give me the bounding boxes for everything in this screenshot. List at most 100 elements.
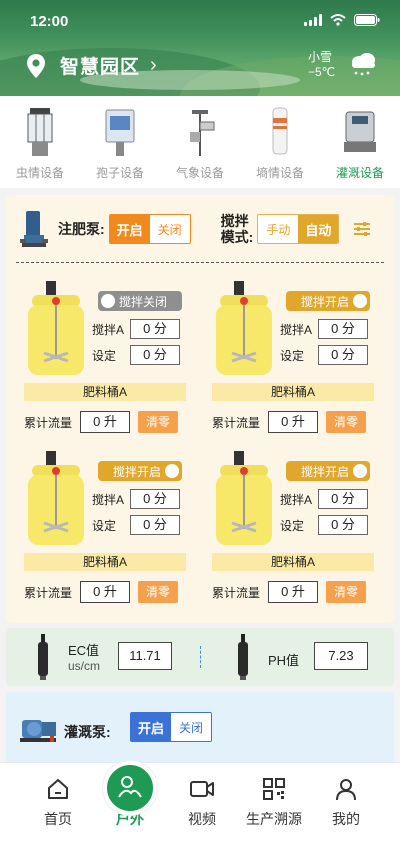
ec-label: EC值 [68, 643, 100, 658]
stir-toggle-label: 搅拌开启 [112, 464, 161, 479]
section-divider [16, 262, 384, 263]
nav-label: 我的 [332, 811, 360, 827]
snow-cloud-icon [352, 53, 375, 76]
flow-row: 累计流量 0 升 清零 [24, 581, 179, 603]
flow-value: 0 升 [80, 411, 131, 433]
set-value-input[interactable]: 0 分 [130, 515, 180, 535]
fertilizer-tank-4: 搅拌开启 搅拌A 0 分 设定 0 分 肥料桶A 累计流量 0 升 清零 [212, 451, 388, 611]
tank-name: 肥料桶A [212, 553, 374, 571]
nav-profile[interactable]: 我的 [306, 777, 386, 829]
fert-pump-row: 注肥泵: 开启 关闭 搅拌 模式: 手动 自动 [20, 209, 382, 249]
ec-probe-icon [38, 634, 48, 680]
tab-label: 孢子设备 [95, 166, 144, 180]
tab-weather-device[interactable]: 气象设备 [160, 96, 240, 188]
mixing-tank-icon [28, 281, 84, 375]
flow-label: 累计流量 [24, 585, 73, 600]
mixing-tank-icon [28, 451, 84, 545]
outdoor-icon [118, 776, 142, 798]
fert-pump-switch: 开启 关闭 [108, 214, 191, 244]
fert-pump-on-button[interactable]: 开启 [109, 215, 150, 243]
tab-label: 虫情设备 [15, 166, 64, 180]
irrigation-pump-label: 灌溉泵: [64, 724, 111, 740]
soil-sensor-icon [272, 107, 288, 155]
stir-toggle[interactable]: 搅拌开启 [286, 461, 370, 481]
status-bar: 12:00 [0, 0, 400, 44]
flow-value: 0 升 [268, 411, 319, 433]
tab-insect-device[interactable]: 虫情设备 [0, 96, 80, 188]
weather-station-icon [190, 110, 215, 156]
location-name: 智慧园区 [60, 57, 141, 78]
set-value-input[interactable]: 0 分 [318, 345, 368, 365]
stir-time-row: 搅拌A 0 分 [92, 489, 180, 509]
fertilizer-panel: 注肥泵: 开启 关闭 搅拌 模式: 手动 自动 搅拌关闭 搅拌A 0 分 设定 … [6, 195, 394, 623]
weather-desc: 小雪 [308, 50, 333, 64]
location-pin-icon [27, 53, 45, 78]
flow-value: 0 升 [80, 581, 131, 603]
set-value-input[interactable]: 0 分 [318, 515, 368, 535]
clear-button[interactable]: 清零 [138, 411, 179, 433]
location-selector[interactable]: 智慧园区 › [26, 52, 157, 79]
tab-irrigation-device[interactable]: 灌溉设备 [320, 96, 400, 188]
settings-sliders-icon[interactable] [353, 221, 371, 237]
flow-label: 累计流量 [212, 585, 261, 600]
irrigation-pump-on-button[interactable]: 开启 [131, 713, 171, 741]
stir-auto-button[interactable]: 自动 [298, 215, 339, 243]
water-quality-panel: EC值 us/cm 11.71 PH值 7.23 [6, 628, 394, 686]
irrigation-machine-icon [344, 111, 376, 152]
home-icon [48, 779, 68, 799]
stir-toggle[interactable]: 搅拌关闭 [98, 291, 182, 311]
fertilizer-tank-3: 搅拌开启 搅拌A 0 分 设定 0 分 肥料桶A 累计流量 0 升 清零 [24, 451, 200, 611]
ph-label: PH值 [268, 653, 300, 668]
tab-label: 墒情设备 [255, 166, 304, 180]
tab-soil-device[interactable]: 墒情设备 [240, 96, 320, 188]
irrigation-pump-off-button[interactable]: 关闭 [171, 713, 211, 741]
flow-row: 累计流量 0 升 清零 [212, 581, 367, 603]
stir-toggle-label: 搅拌开启 [300, 294, 349, 309]
set-time-row: 设定 0 分 [92, 515, 180, 535]
stir-toggle[interactable]: 搅拌开启 [98, 461, 182, 481]
fert-pump-off-button[interactable]: 关闭 [149, 215, 190, 243]
chevron-right-icon: › [150, 54, 157, 76]
stir-manual-button[interactable]: 手动 [258, 215, 299, 243]
nav-video[interactable]: 视频 [162, 777, 242, 829]
stir-value: 0 分 [318, 489, 368, 509]
tab-spore-device[interactable]: 孢子设备 [80, 96, 160, 188]
tank-name: 肥料桶A [212, 383, 374, 401]
toggle-knob [353, 294, 367, 308]
stir-label: 搅拌A [280, 492, 313, 507]
stir-toggle[interactable]: 搅拌开启 [286, 291, 370, 311]
nav-home[interactable]: 首页 [18, 777, 98, 829]
stir-label: 搅拌A [280, 322, 313, 337]
nav-label: 首页 [44, 811, 72, 827]
flow-row: 累计流量 0 升 清零 [212, 411, 367, 433]
status-time: 12:00 [30, 13, 69, 30]
stir-mode-label: 搅拌 模式: [220, 213, 254, 245]
clear-button[interactable]: 清零 [326, 411, 367, 433]
set-value-input[interactable]: 0 分 [130, 345, 180, 365]
tank-name: 肥料桶A [24, 383, 186, 401]
toggle-knob [101, 294, 115, 308]
spore-trap-device-icon [105, 109, 135, 156]
mixing-tank-icon [216, 281, 272, 375]
set-label: 设定 [280, 518, 305, 533]
stir-toggle-label: 搅拌关闭 [119, 294, 168, 309]
stir-value: 0 分 [318, 319, 368, 339]
sensor-divider [200, 646, 201, 668]
toggle-knob [165, 464, 179, 478]
stir-mode-switch: 手动 自动 [257, 214, 340, 244]
nav-outdoor[interactable]: 户外 [90, 761, 170, 829]
stir-label: 搅拌A [92, 492, 125, 507]
clear-button[interactable]: 清零 [326, 581, 367, 603]
stir-value: 0 分 [130, 319, 180, 339]
stir-value: 0 分 [130, 489, 180, 509]
clear-button[interactable]: 清零 [138, 581, 179, 603]
insect-trap-device-icon [27, 108, 53, 156]
tab-label: 灌溉设备 [335, 166, 384, 180]
nav-traceability[interactable]: 生产溯源 [234, 777, 314, 829]
ec-unit: us/cm [68, 659, 101, 673]
weather-temp: −5℃ [308, 65, 336, 79]
status-icons [304, 14, 380, 26]
stir-toggle-label: 搅拌开启 [300, 464, 349, 479]
battery-icon [354, 14, 380, 26]
user-icon [336, 779, 356, 801]
